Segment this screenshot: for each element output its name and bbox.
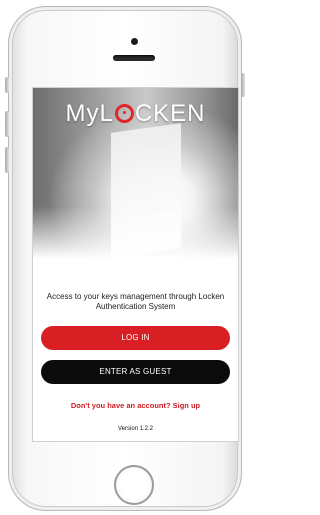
volume-up-button <box>5 111 9 137</box>
tagline: Access to your keys management through L… <box>46 292 225 311</box>
earpiece-speaker <box>113 55 155 61</box>
version-label: Version 1.2.2 <box>117 426 154 432</box>
hero-floor-fade <box>33 206 238 268</box>
logo-lock-icon <box>114 104 134 123</box>
enter-as-guest-button[interactable]: ENTER AS GUEST <box>41 360 230 384</box>
logo-middle: L <box>99 100 114 127</box>
home-button[interactable] <box>114 465 154 505</box>
app-logo: MyL CKEN <box>33 100 238 128</box>
app-screen: MyL CKEN Access to your keys management t… <box>32 87 239 442</box>
logo-prefix: My <box>65 100 100 127</box>
power-button <box>241 73 245 97</box>
logo-suffix: CKEN <box>134 100 206 127</box>
phone-device: MyL CKEN Access to your keys management t… <box>5 6 245 511</box>
login-button[interactable]: LOG IN <box>41 326 230 350</box>
volume-down-button <box>5 147 9 173</box>
front-camera-icon <box>131 38 138 45</box>
signup-link[interactable]: Don't you have an account? Sign up <box>33 401 238 410</box>
mute-switch <box>5 77 9 93</box>
hero-image: MyL CKEN <box>33 88 238 268</box>
